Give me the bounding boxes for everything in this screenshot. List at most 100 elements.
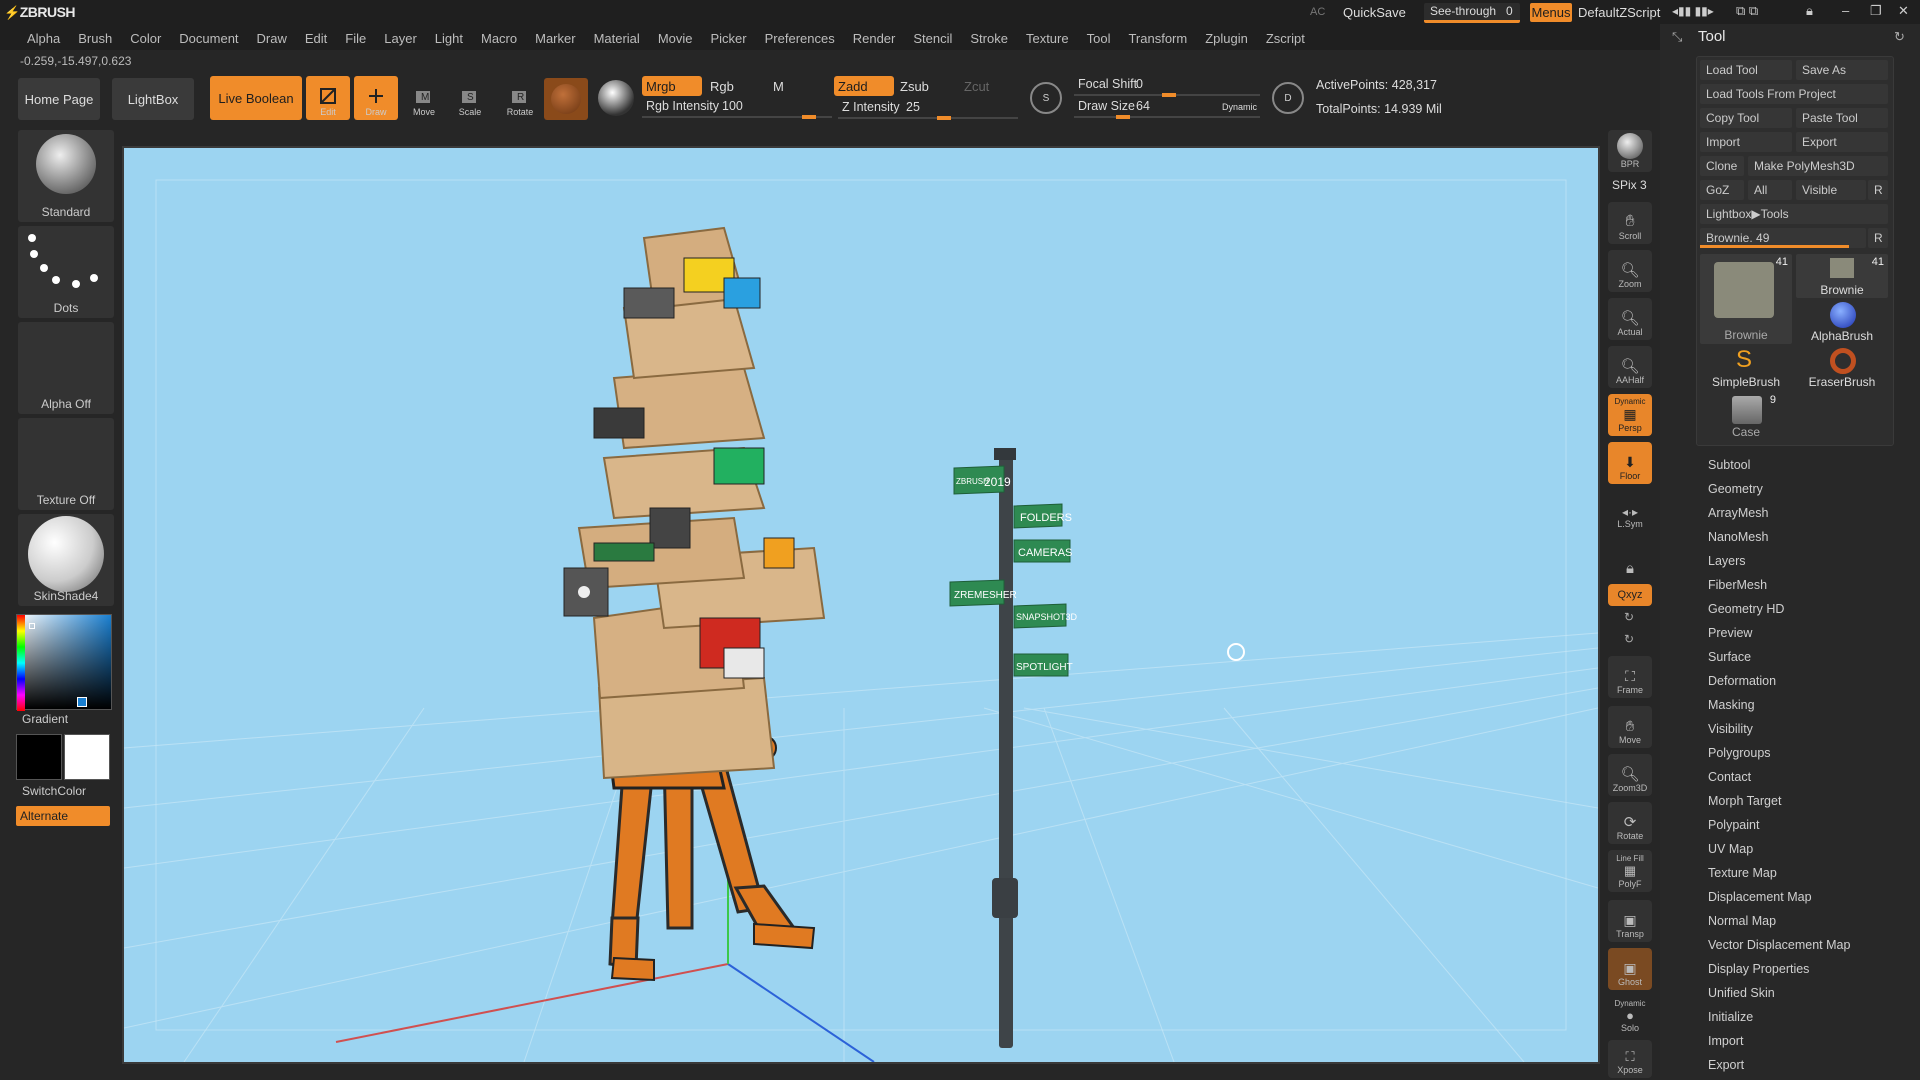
menu-color[interactable]: Color bbox=[121, 31, 170, 46]
texture-selector[interactable]: Texture Off bbox=[18, 418, 114, 510]
goz-button[interactable]: GoZ bbox=[1700, 180, 1744, 200]
lightbox-tools-button[interactable]: Lightbox▶Tools bbox=[1700, 204, 1888, 224]
tool-thumb-case[interactable]: 9 Case bbox=[1700, 394, 1792, 440]
move-view-button[interactable]: ✋︎ Move bbox=[1608, 706, 1652, 748]
actual-button[interactable]: 🔍︎ Actual bbox=[1608, 298, 1652, 340]
zoom3d-button[interactable]: 🔍︎ Zoom3D bbox=[1608, 754, 1652, 796]
subpalette-uv-map[interactable]: UV Map bbox=[1708, 842, 1753, 856]
minimize-icon[interactable]: – bbox=[1842, 3, 1849, 18]
alpha-selector[interactable]: Alpha Off bbox=[18, 322, 114, 414]
menu-movie[interactable]: Movie bbox=[649, 31, 702, 46]
menu-stroke[interactable]: Stroke bbox=[961, 31, 1017, 46]
m-button[interactable]: M bbox=[773, 79, 784, 94]
tool-palette-title[interactable]: Tool bbox=[1698, 28, 1726, 45]
default-zscript-button[interactable]: DefaultZScript bbox=[1578, 5, 1660, 20]
close-icon[interactable]: ✕ bbox=[1898, 3, 1909, 19]
subpalette-preview[interactable]: Preview bbox=[1708, 626, 1752, 640]
primary-color-swatch[interactable] bbox=[16, 734, 62, 780]
transp-button[interactable]: ▣ Transp bbox=[1608, 900, 1652, 942]
alternate-button[interactable]: Alternate bbox=[16, 806, 110, 826]
rgb-button[interactable]: Rgb bbox=[710, 79, 734, 94]
menu-macro[interactable]: Macro bbox=[472, 31, 526, 46]
subpalette-layers[interactable]: Layers bbox=[1708, 554, 1746, 568]
menu-file[interactable]: File bbox=[336, 31, 375, 46]
load-tool-button[interactable]: Load Tool bbox=[1700, 60, 1792, 80]
subpalette-deformation[interactable]: Deformation bbox=[1708, 674, 1776, 688]
xyz-rotate-button[interactable]: Qxyz bbox=[1608, 584, 1652, 606]
restore-icon[interactable]: ❐ bbox=[1870, 3, 1882, 19]
polyf-button[interactable]: Line Fill ▦ PolyF bbox=[1608, 850, 1652, 892]
subpalette-geometry[interactable]: Geometry bbox=[1708, 482, 1763, 496]
solo-button[interactable]: Dynamic ● Solo bbox=[1608, 996, 1652, 1036]
menu-brush[interactable]: Brush bbox=[69, 31, 121, 46]
menu-zscript[interactable]: Zscript bbox=[1257, 31, 1314, 46]
menu-texture[interactable]: Texture bbox=[1017, 31, 1078, 46]
home-page-button[interactable]: Home Page bbox=[18, 78, 100, 120]
move-button[interactable]: M Move bbox=[402, 76, 446, 120]
layout-icon[interactable]: ⧉ ⧉ bbox=[1736, 3, 1758, 19]
secondary-color-swatch[interactable] bbox=[64, 734, 110, 780]
scale-button[interactable]: S Scale bbox=[448, 76, 492, 120]
zoom-button[interactable]: 🔍︎ Zoom bbox=[1608, 250, 1652, 292]
rotate-y-icon[interactable]: ↻ bbox=[1624, 610, 1634, 624]
palette-pin-icon[interactable]: ⤡ bbox=[1672, 29, 1682, 45]
menu-zplugin[interactable]: Zplugin bbox=[1196, 31, 1257, 46]
subpalette-visibility[interactable]: Visibility bbox=[1708, 722, 1753, 736]
floor-button[interactable]: ⬇ Floor bbox=[1608, 442, 1652, 484]
clone-button[interactable]: Clone bbox=[1700, 156, 1744, 176]
see-through-slider[interactable]: See-through 0 bbox=[1424, 3, 1520, 23]
zadd-button[interactable]: Zadd bbox=[834, 76, 894, 96]
subpalette-subtool[interactable]: Subtool bbox=[1708, 458, 1750, 472]
subpalette-unified-skin[interactable]: Unified Skin bbox=[1708, 986, 1775, 1000]
focal-shift-icon[interactable]: S bbox=[1030, 82, 1062, 114]
import-button[interactable]: Import bbox=[1700, 132, 1792, 152]
subpalette-fibermesh[interactable]: FiberMesh bbox=[1708, 578, 1767, 592]
subpalette-displacement-map[interactable]: Displacement Map bbox=[1708, 890, 1812, 904]
save-as-button[interactable]: Save As bbox=[1796, 60, 1888, 80]
scene-render[interactable]: ZBRUSH 2019 FOLDERS CAMERAS ZREMESHER SN… bbox=[124, 148, 1598, 1062]
subpalette-morph-target[interactable]: Morph Target bbox=[1708, 794, 1781, 808]
subpalette-vector-displacement-map[interactable]: Vector Displacement Map bbox=[1708, 938, 1850, 952]
edit-button[interactable]: Edit bbox=[306, 76, 350, 120]
rotate-z-icon[interactable]: ↻ bbox=[1624, 632, 1634, 646]
frame-button[interactable]: ⛶ Frame bbox=[1608, 656, 1652, 698]
bpr-button[interactable]: BPR bbox=[1608, 130, 1652, 172]
rotate-button[interactable]: R Rotate bbox=[498, 76, 542, 120]
load-from-project-button[interactable]: Load Tools From Project bbox=[1700, 84, 1888, 104]
subpalette-arraymesh[interactable]: ArrayMesh bbox=[1708, 506, 1768, 520]
lightbox-button[interactable]: LightBox bbox=[112, 78, 194, 120]
make-polymesh-button[interactable]: Make PolyMesh3D bbox=[1748, 156, 1888, 176]
color-picker[interactable] bbox=[16, 614, 112, 711]
menu-alpha[interactable]: Alpha bbox=[18, 31, 69, 46]
goz-visible-button[interactable]: Visible bbox=[1796, 180, 1866, 200]
subpalette-normal-map[interactable]: Normal Map bbox=[1708, 914, 1776, 928]
lsym-button[interactable]: ◂·▸ L.Sym bbox=[1608, 490, 1652, 532]
paste-tool-button[interactable]: Paste Tool bbox=[1796, 108, 1888, 128]
gradient-label[interactable]: Gradient bbox=[22, 712, 68, 726]
subpalette-texture-map[interactable]: Texture Map bbox=[1708, 866, 1777, 880]
menu-marker[interactable]: Marker bbox=[526, 31, 584, 46]
stroke-selector[interactable]: Dots bbox=[18, 226, 114, 318]
spix-slider[interactable]: SPix 3 bbox=[1612, 178, 1647, 192]
tool-thumb-eraserbrush[interactable]: EraserBrush bbox=[1796, 346, 1888, 390]
tool-thumb-brownie-large[interactable]: 41 Brownie bbox=[1700, 254, 1792, 344]
rotate-view-button[interactable]: ⟳ Rotate bbox=[1608, 802, 1652, 844]
subpalette-masking[interactable]: Masking bbox=[1708, 698, 1755, 712]
draw-size-icon[interactable]: D bbox=[1272, 82, 1304, 114]
live-boolean-button[interactable]: Live Boolean bbox=[210, 76, 302, 120]
subpalette-surface[interactable]: Surface bbox=[1708, 650, 1751, 664]
material-selector[interactable]: SkinShade4 bbox=[18, 514, 114, 606]
current-tool-slider[interactable]: Brownie. 49 bbox=[1700, 228, 1866, 248]
export-button[interactable]: Export bbox=[1796, 132, 1888, 152]
subpalette-initialize[interactable]: Initialize bbox=[1708, 1010, 1753, 1024]
lock-icon[interactable]: 🔒︎ bbox=[1806, 3, 1813, 19]
z-intensity-slider[interactable]: Z Intensity 25 bbox=[838, 99, 1018, 120]
palette-reset-icon[interactable]: ↻ bbox=[1894, 29, 1905, 45]
focal-shift-slider[interactable]: Focal Shift 0 bbox=[1074, 76, 1260, 97]
subpalette-display-properties[interactable]: Display Properties bbox=[1708, 962, 1809, 976]
zsub-button[interactable]: Zsub bbox=[900, 79, 929, 94]
quicksave-button[interactable]: QuickSave bbox=[1343, 5, 1406, 20]
goz-all-button[interactable]: All bbox=[1748, 180, 1792, 200]
zcut-button[interactable]: Zcut bbox=[964, 79, 989, 94]
tool-thumb-brownie[interactable]: 41 Brownie bbox=[1796, 254, 1888, 298]
